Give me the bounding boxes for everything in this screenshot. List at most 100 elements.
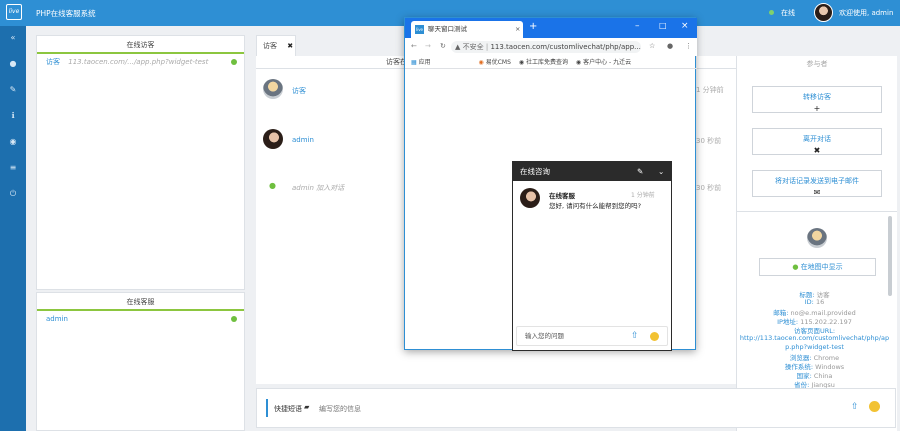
eye-icon[interactable]: ◉ (7, 136, 19, 148)
online-agents-title: 在线客服 (37, 293, 244, 311)
back-icon[interactable]: ← (411, 42, 417, 50)
message-composer: 快捷短语 ▰ 编写您的信息 ⇧ (256, 388, 896, 428)
visitor-url: 113.taocen.com/.../app.php?widget-test (68, 58, 209, 66)
email-transcript-button[interactable]: 将对话记录发送到电子邮件 ✉ (752, 170, 882, 197)
agent-row[interactable]: admin (37, 311, 244, 327)
sidebar: « ● ✎ ℹ ◉ ≡ ⏻ (0, 26, 26, 431)
map-marker-icon: ● (792, 263, 799, 271)
favicon-icon: live (415, 25, 424, 34)
bookmark-3[interactable]: 客户中心 - 九迁云 (583, 59, 631, 66)
close-icon: ✖ (813, 146, 821, 155)
visitor-name[interactable]: 访客 (46, 58, 60, 66)
widget-input-placeholder: 输入您的问题 (525, 332, 564, 340)
show-on-map-button[interactable]: ● 在地图中显示 (759, 258, 876, 276)
browser-tab[interactable]: live 聊天窗口测试 × (411, 21, 523, 38)
online-agents-panel: 在线客服 admin (36, 292, 245, 431)
reload-icon[interactable]: ↻ (440, 42, 446, 50)
agent-name: 在线客服 (549, 192, 575, 200)
transfer-visitor-button[interactable]: 转移访客 + (752, 86, 882, 113)
warning-icon: ▲ (455, 43, 461, 51)
message-time: 1 分钟前 (696, 86, 724, 94)
widget-message-time: 1 分钟前 (631, 192, 655, 199)
profile-icon[interactable]: ● (667, 42, 673, 50)
bookmark-2[interactable]: 社工库免费查询 (526, 59, 568, 66)
tab-close-icon[interactable]: × (515, 21, 520, 38)
welcome-text[interactable]: 欢迎使用, admin (839, 8, 893, 18)
chart-icon[interactable]: ≡ (7, 162, 19, 174)
online-status-dot (769, 10, 774, 15)
bookmarks-bar: ▦ 应用 ◉ 易优CMS ◉ 社工库免费查询 ◉ 客户中心 - 九迁云 (405, 56, 697, 69)
star-icon[interactable]: ☆ (649, 42, 655, 50)
email-label: 将对话记录发送到电子邮件 (775, 177, 859, 185)
tab-label: 访客 (263, 42, 277, 50)
maximize-icon[interactable]: □ (659, 21, 667, 30)
bookmark-1[interactable]: 易优CMS (486, 59, 511, 66)
map-marker-icon[interactable]: ● (7, 58, 19, 70)
apps-icon[interactable]: ▦ (411, 59, 417, 66)
agent-avatar (520, 188, 540, 208)
plus-icon: + (813, 104, 821, 113)
upload-icon[interactable]: ⇧ (631, 327, 639, 345)
power-icon[interactable]: ⏻ (7, 188, 19, 200)
insecure-label: 不安全 (462, 43, 484, 51)
browser-popup-window: live 聊天窗口测试 × + – □ × ← → ↻ ▲ 不安全 | 113.… (404, 17, 697, 351)
collapse-icon[interactable]: « (7, 32, 19, 44)
bookmark-icon: ◉ (518, 59, 525, 66)
agent-name[interactable]: admin (46, 315, 68, 323)
bookmark-apps[interactable]: 应用 (419, 59, 431, 66)
address-bar[interactable]: ▲ 不安全 | 113.taocen.com/customlivechat/ph… (451, 41, 641, 53)
system-message: admin 加入对话 (292, 184, 345, 192)
message-author: admin (292, 136, 314, 144)
online-check-icon (231, 59, 237, 65)
participants-header: 参与者 (806, 60, 828, 68)
message-time: 30 秒前 (696, 184, 722, 192)
user-joined-icon: ● (269, 181, 276, 190)
app-logo[interactable]: live (6, 4, 22, 20)
emoji-icon[interactable] (650, 332, 659, 341)
show-on-map-label: 在地图中显示 (800, 263, 843, 271)
envelope-icon: ✉ (813, 188, 821, 197)
scrollbar[interactable] (888, 216, 892, 296)
forward-icon[interactable]: → (425, 42, 431, 50)
upload-icon[interactable]: ⇧ (851, 402, 859, 412)
info-id: ID: 16 (804, 298, 825, 306)
widget-message: 您好, 请问有什么能帮到您的吗? (549, 202, 642, 210)
visitor-avatar (263, 79, 283, 99)
participants-panel: 参与者 转移访客 + 离开对话 ✖ 将对话记录发送到电子邮件 ✉ ● 在地图中显… (736, 56, 897, 431)
tab-visitor[interactable]: 访客 ✖ (256, 35, 296, 57)
info-icon[interactable]: ℹ (7, 110, 19, 122)
address-text: 113.taocen.com/customlivechat/php/app...… (490, 43, 641, 51)
divider (737, 211, 897, 212)
app-title: PHP在线客服系统 (36, 9, 96, 18)
visitor-info-avatar (807, 228, 827, 248)
widget-input[interactable]: 输入您的问题 ⇧ (516, 326, 668, 346)
message-author: 访客 (292, 87, 306, 95)
wrench-icon[interactable]: ✎ (7, 84, 19, 96)
bookmark-icon: ◉ (478, 59, 484, 66)
minimize-icon[interactable]: – (635, 21, 640, 31)
quick-phrases-label[interactable]: 快捷短语 (274, 404, 302, 414)
browser-tab-title: 聊天窗口测试 (428, 25, 467, 33)
browser-toolbar: ← → ↻ ▲ 不安全 | 113.taocen.com/customlivec… (405, 38, 697, 56)
online-status-label[interactable]: 在线 (781, 8, 795, 18)
info-url[interactable]: http://113.taocen.com/customlivechat/php… (737, 334, 892, 352)
chevron-down-icon[interactable]: ⌄ (658, 162, 664, 181)
emoji-icon[interactable] (869, 401, 880, 412)
transfer-label: 转移访客 (803, 93, 831, 101)
wrench-icon[interactable]: ✎ (637, 162, 643, 181)
folder-icon[interactable]: ▰ (304, 403, 309, 411)
new-tab-icon[interactable]: + (529, 21, 537, 32)
tab-close-icon[interactable]: ✖ (287, 42, 293, 50)
message-input[interactable]: 编写您的信息 (319, 404, 361, 414)
admin-avatar (263, 129, 283, 149)
menu-icon[interactable]: ⋮ (685, 42, 692, 50)
online-check-icon (231, 316, 237, 322)
leave-label: 离开对话 (803, 135, 831, 143)
online-visitors-title: 在线访客 (37, 36, 244, 54)
leave-chat-button[interactable]: 离开对话 ✖ (752, 128, 882, 155)
chat-widget: 在线咨询 ✎ ⌄ 在线客服 1 分钟前 您好, 请问有什么能帮到您的吗? 输入您… (512, 161, 672, 351)
close-window-icon[interactable]: × (681, 21, 689, 31)
visitor-row[interactable]: 访客 113.taocen.com/.../app.php?widget-tes… (37, 54, 244, 70)
user-avatar[interactable] (814, 3, 833, 22)
chat-widget-header[interactable]: 在线咨询 ✎ ⌄ (513, 162, 671, 181)
